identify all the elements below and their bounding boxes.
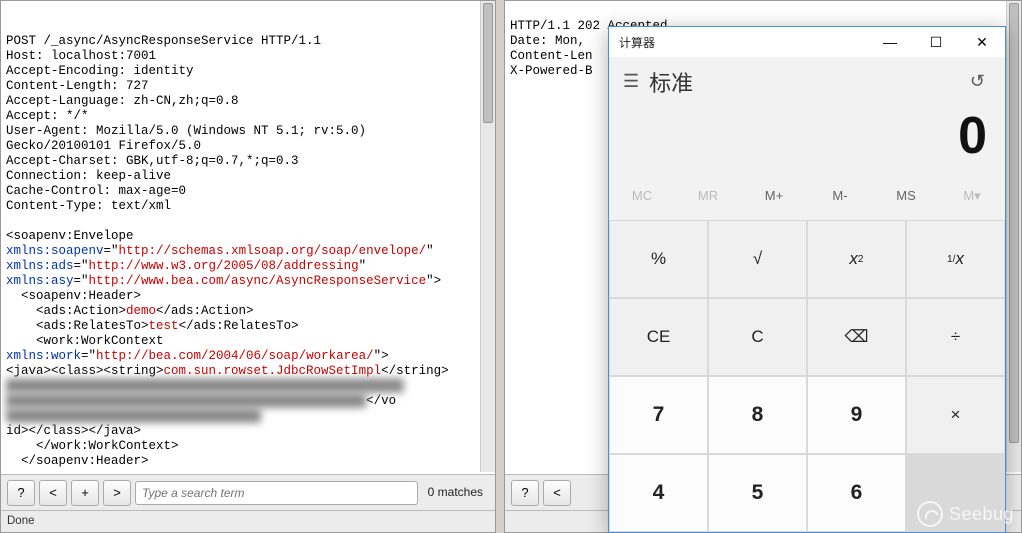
prev-button[interactable]: < (39, 480, 67, 506)
key-multiply[interactable]: × (907, 377, 1004, 453)
key-backspace[interactable]: ⌫ (808, 299, 905, 375)
mem-mplus[interactable]: M+ (741, 182, 807, 210)
search-bar: ? < + > 0 matches (1, 474, 495, 510)
minimize-button[interactable]: — (867, 27, 913, 57)
key-8[interactable]: 8 (709, 377, 806, 453)
help-button[interactable]: ? (511, 480, 539, 506)
key-9[interactable]: 9 (808, 377, 905, 453)
key-percent[interactable]: % (610, 221, 707, 297)
request-panel: POST /_async/AsyncResponseService HTTP/1… (0, 0, 496, 533)
menu-icon[interactable]: ☰ (623, 65, 649, 98)
key-ce[interactable]: CE (610, 299, 707, 375)
calculator-window: 计算器 — ☐ ✕ ☰ 标准 ↺ 0 MC MR M+ M- MS M▾ % √… (608, 26, 1006, 533)
titlebar[interactable]: 计算器 — ☐ ✕ (609, 27, 1005, 57)
key-c[interactable]: C (709, 299, 806, 375)
keypad: % √ x2 1/x CE C ⌫ ÷ 7 8 9 × 4 5 6 (609, 220, 1005, 532)
scrollbar-thumb[interactable] (1009, 3, 1019, 443)
match-count: 0 matches (422, 485, 489, 500)
key-reciprocal[interactable]: 1/x (907, 221, 1004, 297)
calc-header: ☰ 标准 ↺ (609, 57, 1005, 106)
mem-mlist[interactable]: M▾ (939, 182, 1005, 210)
mem-ms[interactable]: MS (873, 182, 939, 210)
status-bar: Done (1, 510, 495, 532)
mem-mminus[interactable]: M- (807, 182, 873, 210)
memory-row: MC MR M+ M- MS M▾ (609, 178, 1005, 220)
scrollbar-thumb[interactable] (483, 3, 493, 123)
add-button[interactable]: + (71, 480, 99, 506)
maximize-button[interactable]: ☐ (913, 27, 959, 57)
request-headers: POST /_async/AsyncResponseService HTTP/1… (6, 34, 475, 469)
scrollbar-vertical[interactable] (1006, 1, 1021, 472)
key-sqrt[interactable]: √ (709, 221, 806, 297)
key-4[interactable]: 4 (610, 455, 707, 531)
display: 0 (609, 106, 1005, 178)
scrollbar-vertical[interactable] (480, 1, 495, 472)
next-button[interactable]: > (103, 480, 131, 506)
mode-label: 标准 (649, 66, 693, 98)
redacted-line: ██████████████████████████████████ (6, 409, 261, 423)
key-7[interactable]: 7 (610, 377, 707, 453)
request-content[interactable]: POST /_async/AsyncResponseService HTTP/1… (2, 2, 479, 472)
key-square[interactable]: x2 (808, 221, 905, 297)
key-6[interactable]: 6 (808, 455, 905, 531)
search-input[interactable] (135, 481, 418, 505)
prev-button[interactable]: < (543, 480, 571, 506)
redacted-line: ████████████████████████████████████████… (6, 379, 404, 393)
mem-mc[interactable]: MC (609, 182, 675, 210)
mem-mr[interactable]: MR (675, 182, 741, 210)
history-icon[interactable]: ↺ (964, 65, 991, 98)
key-divide[interactable]: ÷ (907, 299, 1004, 375)
help-button[interactable]: ? (7, 480, 35, 506)
close-button[interactable]: ✕ (959, 27, 1005, 57)
key-5[interactable]: 5 (709, 455, 806, 531)
window-title: 计算器 (619, 34, 655, 51)
redacted-line: ████████████████████████████████████████… (6, 394, 366, 408)
